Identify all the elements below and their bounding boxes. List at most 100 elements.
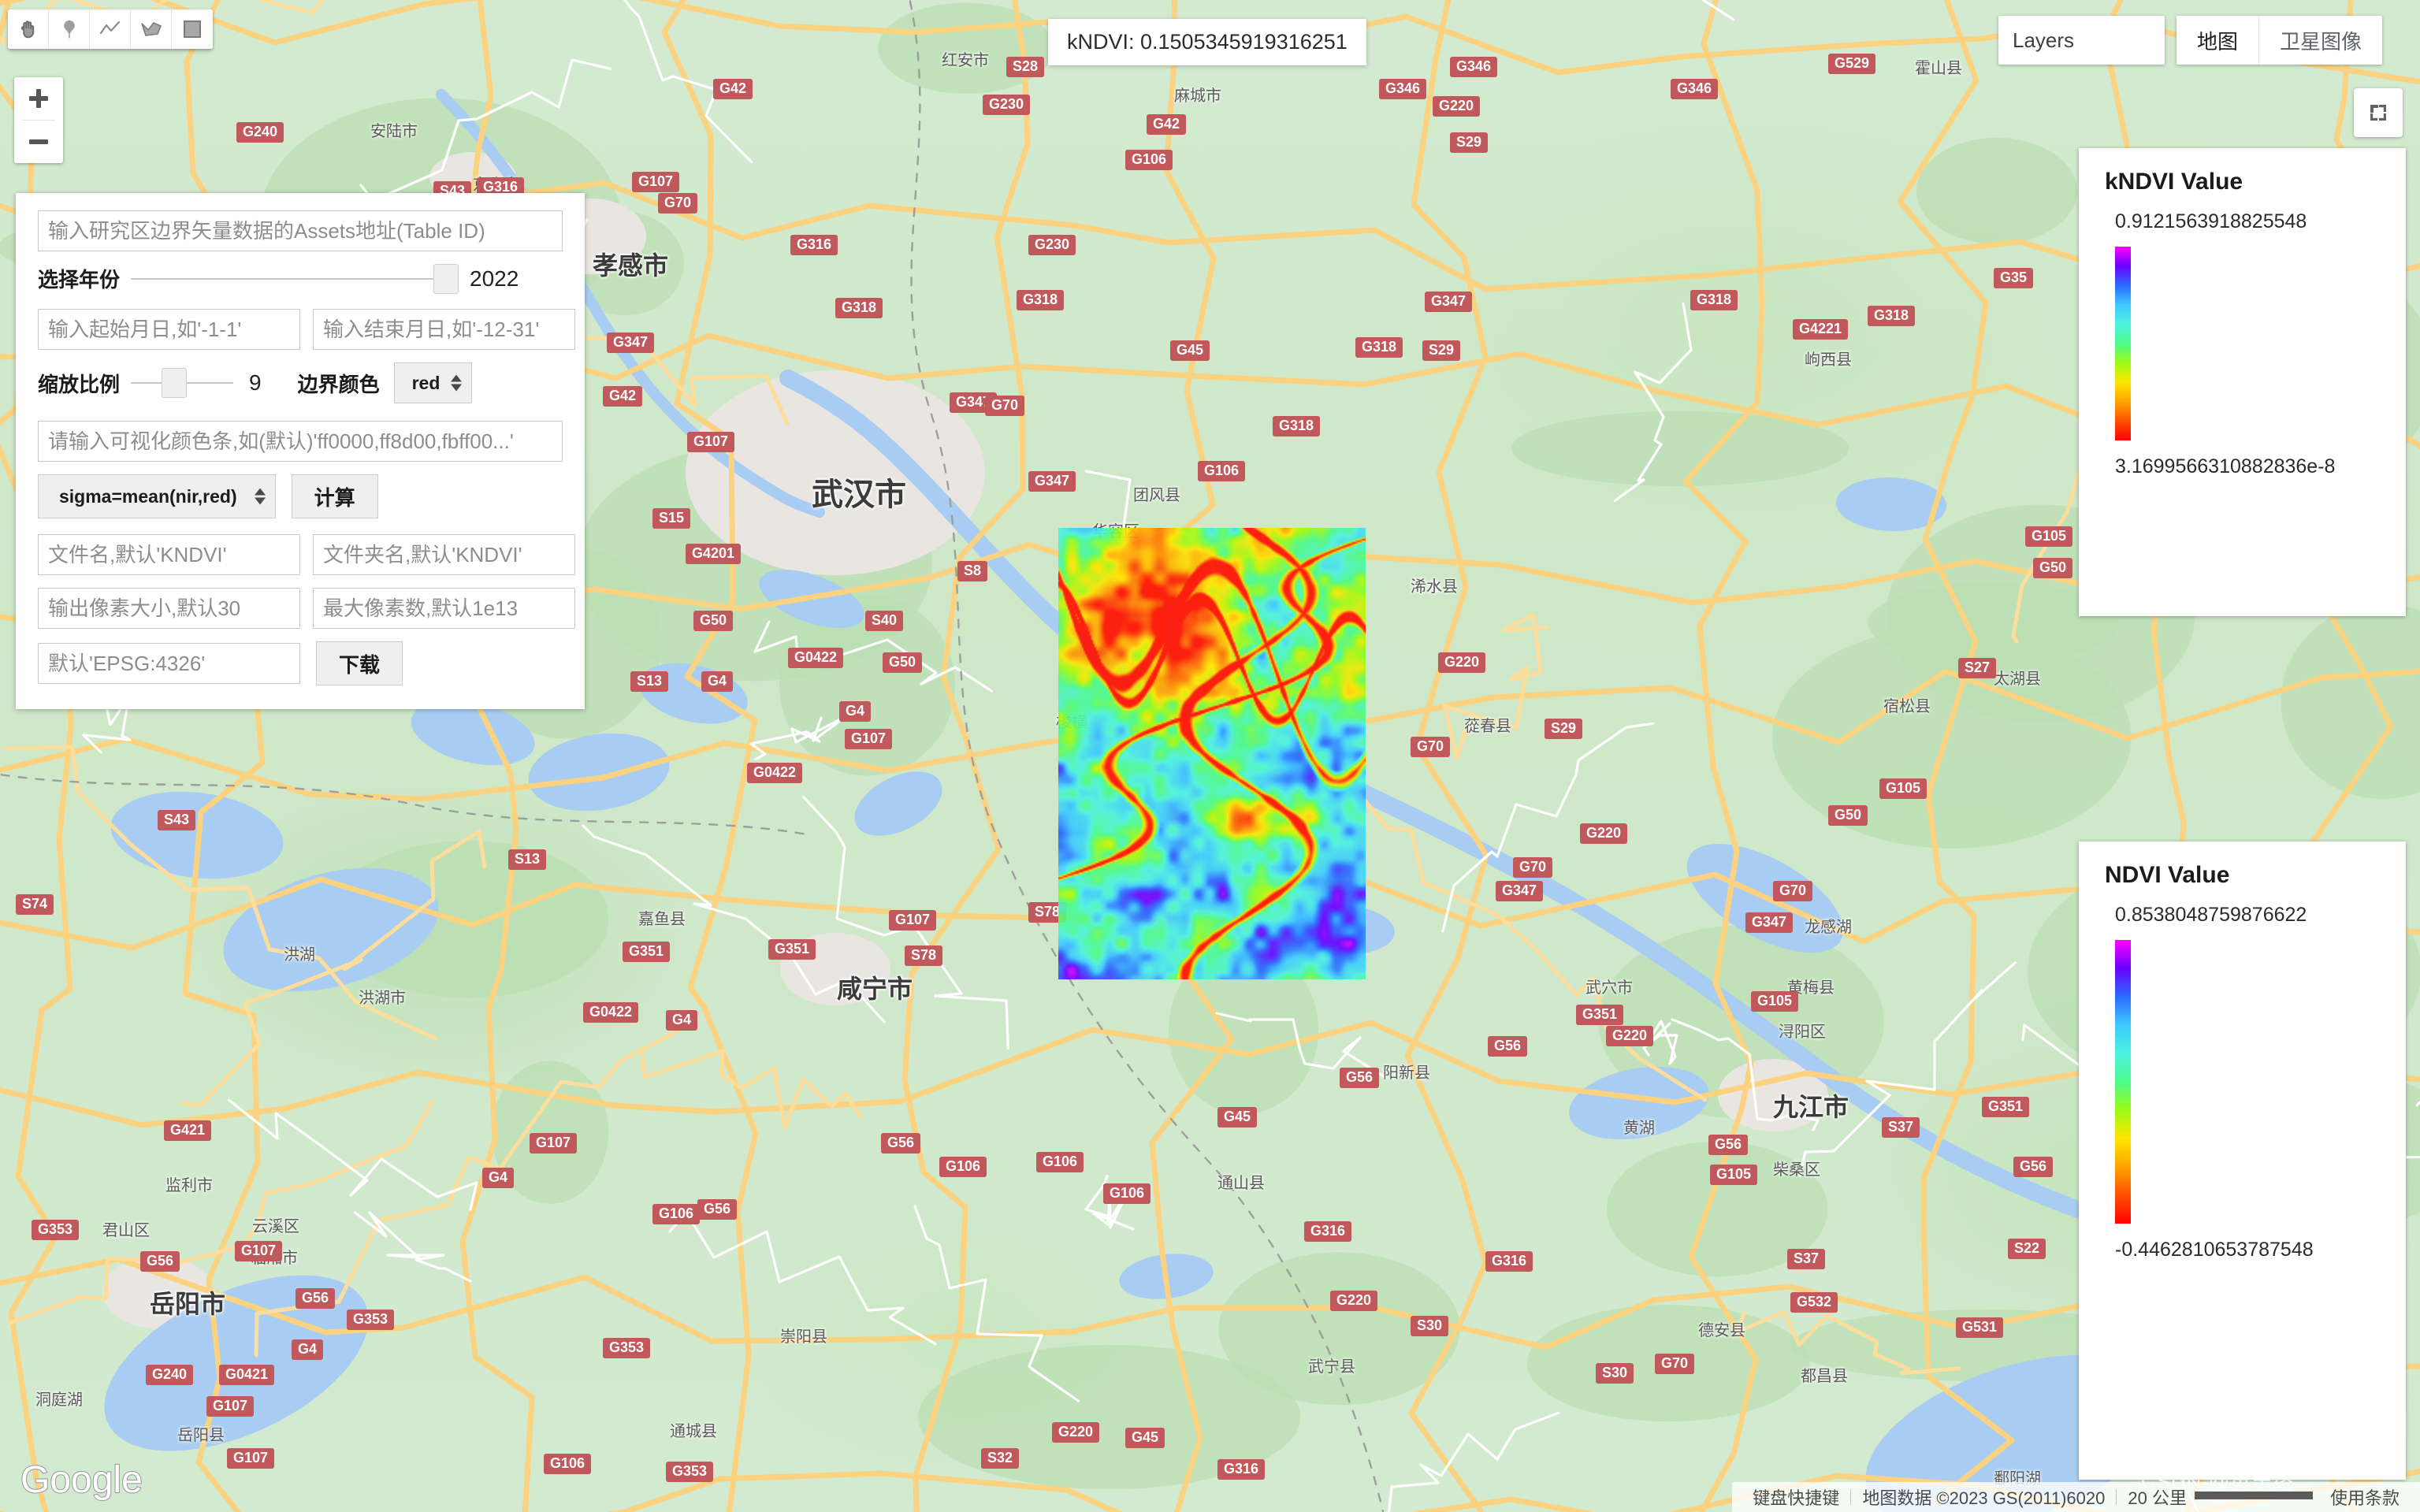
marker-icon[interactable] (49, 9, 90, 49)
map-route-shield: G4 (292, 1339, 324, 1360)
map-route-shield: G42 (1147, 114, 1187, 135)
year-row: 选择年份 2022 (38, 263, 563, 294)
hand-icon[interactable] (8, 9, 49, 49)
map-route-shield: G353 (347, 1310, 395, 1330)
zoom-in-button[interactable] (14, 77, 63, 120)
map-route-shield: G107 (889, 910, 937, 931)
asset-id-row (38, 210, 563, 251)
filename-input[interactable] (38, 534, 300, 575)
map-route-shield: G35 (1994, 268, 2034, 288)
scale-slider[interactable] (131, 368, 234, 398)
map-city-label: 九江市 (1773, 1093, 1849, 1121)
download-button[interactable]: 下载 (316, 641, 403, 685)
map-route-shield: G0421 (219, 1365, 275, 1385)
palette-row (38, 421, 563, 462)
filename-row (38, 534, 575, 575)
draw-toolbar[interactable] (8, 9, 213, 49)
map-route-shield: S37 (1882, 1117, 1920, 1138)
fullscreen-icon[interactable] (2354, 88, 2403, 137)
map-route-shield: G4 (839, 701, 872, 722)
map-route-shield: G346 (1671, 79, 1719, 99)
sigma-row: sigma=mean(nir,red) 计算 (38, 474, 563, 518)
terms-link[interactable]: 使用条款 (2319, 1484, 2411, 1510)
map-route-shield: G70 (1655, 1354, 1695, 1374)
map-route-shield: G347 (607, 332, 655, 353)
compute-button[interactable]: 计算 (291, 474, 378, 518)
map-route-shield: S27 (1958, 658, 1997, 678)
map-town-label: 武穴市 (1585, 979, 1633, 997)
scale-slider-thumb[interactable] (161, 368, 187, 398)
year-slider-thumb[interactable] (433, 263, 459, 294)
pixel-size-input[interactable] (38, 588, 300, 629)
map-route-shield: G318 (1017, 290, 1065, 310)
map-route-shield: G56 (296, 1288, 336, 1309)
map-type-switcher[interactable]: 地图 卫星图像 (2176, 16, 2382, 65)
layers-control[interactable]: Layers (1998, 16, 2165, 65)
map-town-label: 洪湖市 (359, 990, 406, 1007)
map-route-shield: G70 (1773, 881, 1813, 901)
map-route-shield: G106 (939, 1157, 987, 1177)
crs-row: 下载 (38, 641, 563, 685)
map-route-shield: G56 (1488, 1036, 1528, 1057)
map-route-shield: G532 (1790, 1292, 1838, 1313)
map-route-shield: G56 (697, 1199, 738, 1220)
palette-input[interactable] (38, 421, 563, 462)
chevron-updown-icon (451, 374, 463, 392)
year-slider[interactable] (131, 263, 459, 294)
map-route-shield: G50 (693, 611, 734, 631)
map-town-label: 安陆市 (370, 123, 418, 140)
map-route-shield: G107 (632, 172, 680, 192)
map-city-label: 岳阳市 (150, 1290, 226, 1318)
asset-id-input[interactable] (38, 210, 563, 251)
sigma-select[interactable]: sigma=mean(nir,red) (38, 474, 276, 518)
map-town-label: 宿松县 (1883, 698, 1931, 715)
map-route-shield: G347 (1745, 912, 1794, 933)
map-route-shield: G45 (1170, 340, 1210, 361)
max-pixels-input[interactable] (313, 588, 575, 629)
map-route-shield: G316 (1304, 1221, 1352, 1242)
map-type-map-button[interactable]: 地图 (2177, 16, 2259, 65)
zoom-out-button[interactable] (14, 121, 63, 163)
map-route-shield: G4 (482, 1168, 515, 1188)
map-route-shield: G0422 (788, 648, 844, 668)
map-route-shield: G107 (845, 729, 893, 749)
kndvi-colorbar (2115, 247, 2131, 441)
map-route-shield: G0422 (747, 763, 803, 783)
start-date-input[interactable] (38, 309, 300, 350)
crs-input[interactable] (38, 643, 300, 684)
map-route-shield: G105 (1751, 991, 1799, 1012)
map-footer-bar: 键盘快捷键 地图数据 ©2023 GS(2011)6020 20 公里 使用条款 (1732, 1482, 2420, 1512)
chevron-updown-icon (254, 488, 266, 505)
map-route-shield: G106 (652, 1204, 701, 1224)
map-route-shield: G4201 (686, 544, 742, 564)
polygon-icon[interactable] (131, 9, 172, 49)
folder-input[interactable] (313, 534, 575, 575)
map-route-shield: S29 (1450, 132, 1489, 153)
map-route-shield: G318 (1355, 337, 1403, 358)
map-route-shield: G107 (235, 1241, 283, 1261)
map-town-label: 君山区 (102, 1222, 150, 1239)
map-type-satellite-button[interactable]: 卫星图像 (2259, 16, 2382, 65)
map-route-shield: G353 (32, 1220, 80, 1240)
rectangle-icon[interactable] (172, 9, 213, 49)
map-route-shield: S43 (158, 810, 196, 830)
map-route-shield: G351 (768, 939, 816, 960)
map-town-label: 蓯春县 (1464, 718, 1511, 735)
raster-image (1058, 528, 1366, 979)
end-date-input[interactable] (313, 309, 575, 350)
map-town-label: 云溪区 (252, 1218, 299, 1235)
map-town-label: 崇阳县 (780, 1328, 827, 1346)
polyline-icon[interactable] (90, 9, 131, 49)
border-color-label: 边界颜色 (297, 372, 380, 396)
map-route-shield: G50 (1828, 805, 1868, 826)
map-route-shield: G421 (164, 1120, 212, 1141)
map-route-shield: S37 (1787, 1249, 1826, 1269)
border-color-select[interactable]: red (393, 362, 473, 403)
map-route-shield: G4 (666, 1010, 698, 1031)
kndvi-raster-overlay[interactable] (1058, 528, 1366, 979)
keyboard-shortcuts-link[interactable]: 键盘快捷键 (1742, 1484, 1850, 1510)
map-town-label: 都昌县 (1801, 1368, 1848, 1385)
zoom-control[interactable] (14, 77, 63, 163)
map-town-label: 浔阳区 (1779, 1023, 1826, 1041)
map-route-shield: G106 (1198, 461, 1246, 481)
